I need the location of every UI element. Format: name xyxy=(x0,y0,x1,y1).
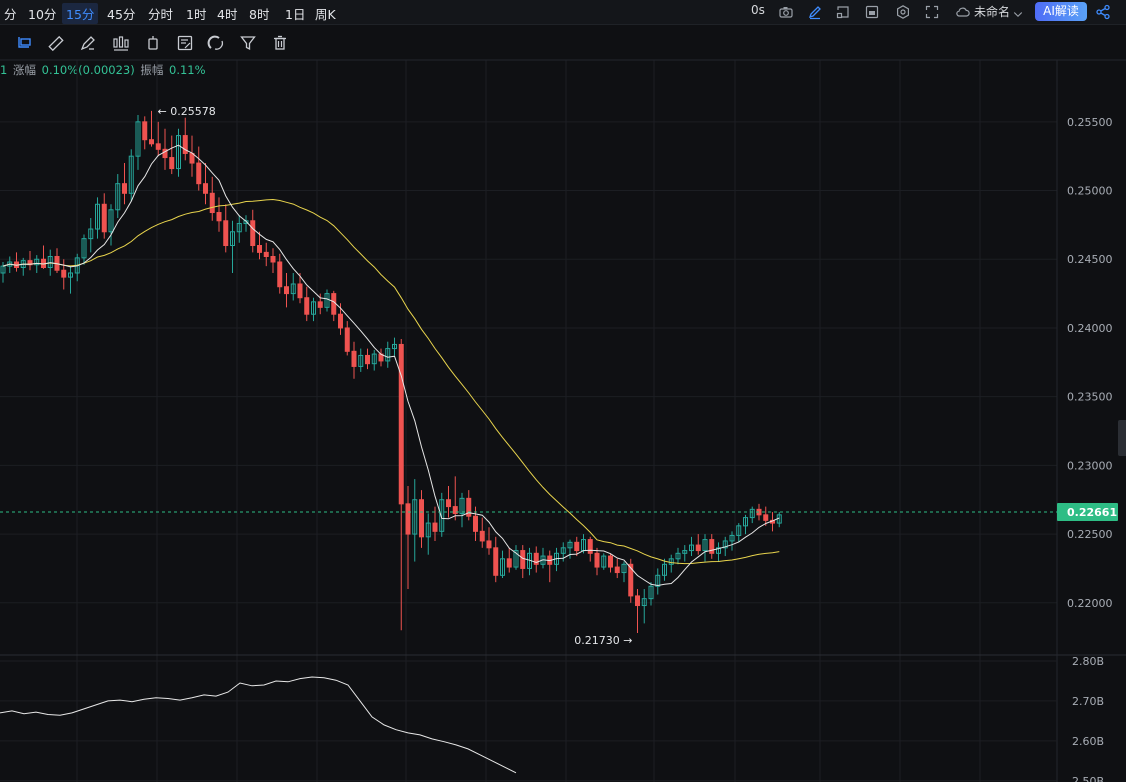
candle-body xyxy=(493,547,499,576)
y-tick-label: 0.23000 xyxy=(1067,459,1113,472)
candle-body xyxy=(709,539,715,554)
candle-body xyxy=(149,139,154,145)
candle-body xyxy=(203,183,208,194)
candle-body xyxy=(398,343,404,505)
candle-body xyxy=(169,157,175,170)
y-tick-label: 0.24500 xyxy=(1067,253,1113,266)
candle-body xyxy=(223,220,229,247)
candle-body xyxy=(344,327,350,352)
candle-body xyxy=(419,499,424,538)
candle-body xyxy=(594,552,600,568)
candle-body xyxy=(587,539,593,554)
candle-body xyxy=(216,212,222,222)
high-price-label: ← 0.25578 xyxy=(158,105,216,118)
price-chart[interactable]: 0.25500 0.25000 0.24500 0.24000 0.23500 0.230… xyxy=(0,0,1126,782)
candle-body xyxy=(608,555,613,568)
candle-body xyxy=(297,283,303,299)
candle-body xyxy=(432,522,438,532)
candle-body xyxy=(338,313,343,329)
volume-tick-label: 2.50B xyxy=(1072,775,1104,782)
candle-body xyxy=(101,203,107,233)
candle-body xyxy=(446,499,451,508)
candle-body xyxy=(304,297,310,315)
volume-tick-label: 2.80B xyxy=(1072,655,1104,668)
y-tick-label: 0.22000 xyxy=(1067,597,1113,610)
y-tick-label: 0.25500 xyxy=(1067,116,1113,129)
y-tick-label: 0.23500 xyxy=(1067,391,1113,404)
candle-body xyxy=(405,503,411,535)
ma-slow-line xyxy=(2,198,780,565)
volume-tick-label: 2.70B xyxy=(1072,695,1104,708)
candle-body xyxy=(277,261,283,288)
candle-body xyxy=(317,301,323,308)
current-price-label: 0.22661 xyxy=(1067,506,1117,519)
candle-body xyxy=(284,286,289,295)
candle-body xyxy=(763,514,769,521)
y-tick-label: 0.25000 xyxy=(1067,185,1113,198)
candle-body xyxy=(695,544,701,552)
volume-tick-label: 2.60B xyxy=(1072,735,1104,748)
y-tick-label: 0.22500 xyxy=(1067,528,1113,541)
candle-body xyxy=(209,192,215,214)
ma-fast-line xyxy=(2,144,780,587)
candle-body xyxy=(250,220,256,247)
candle-body xyxy=(486,540,492,549)
candle-body xyxy=(257,245,262,253)
candle-body xyxy=(196,162,202,185)
candle-body xyxy=(351,350,357,367)
candle-body xyxy=(189,152,195,164)
candle-body xyxy=(331,293,337,315)
candle-body xyxy=(506,558,512,568)
low-price-label: 0.21730 → xyxy=(574,634,632,647)
y-tick-label: 0.24000 xyxy=(1067,322,1113,335)
candle-body xyxy=(520,550,526,569)
candle-body xyxy=(635,595,640,607)
candle-body xyxy=(365,354,370,365)
candle-body xyxy=(473,515,478,532)
candle-body xyxy=(142,121,148,141)
candle-body xyxy=(155,143,161,150)
candle-body xyxy=(61,269,67,278)
candle-body xyxy=(122,183,127,194)
candle-body xyxy=(270,256,276,263)
candle-body xyxy=(263,251,269,258)
candle-body xyxy=(574,541,580,552)
panel-resize-handle[interactable] xyxy=(1118,420,1126,456)
candle-body xyxy=(614,566,620,574)
candle-body xyxy=(479,530,485,542)
